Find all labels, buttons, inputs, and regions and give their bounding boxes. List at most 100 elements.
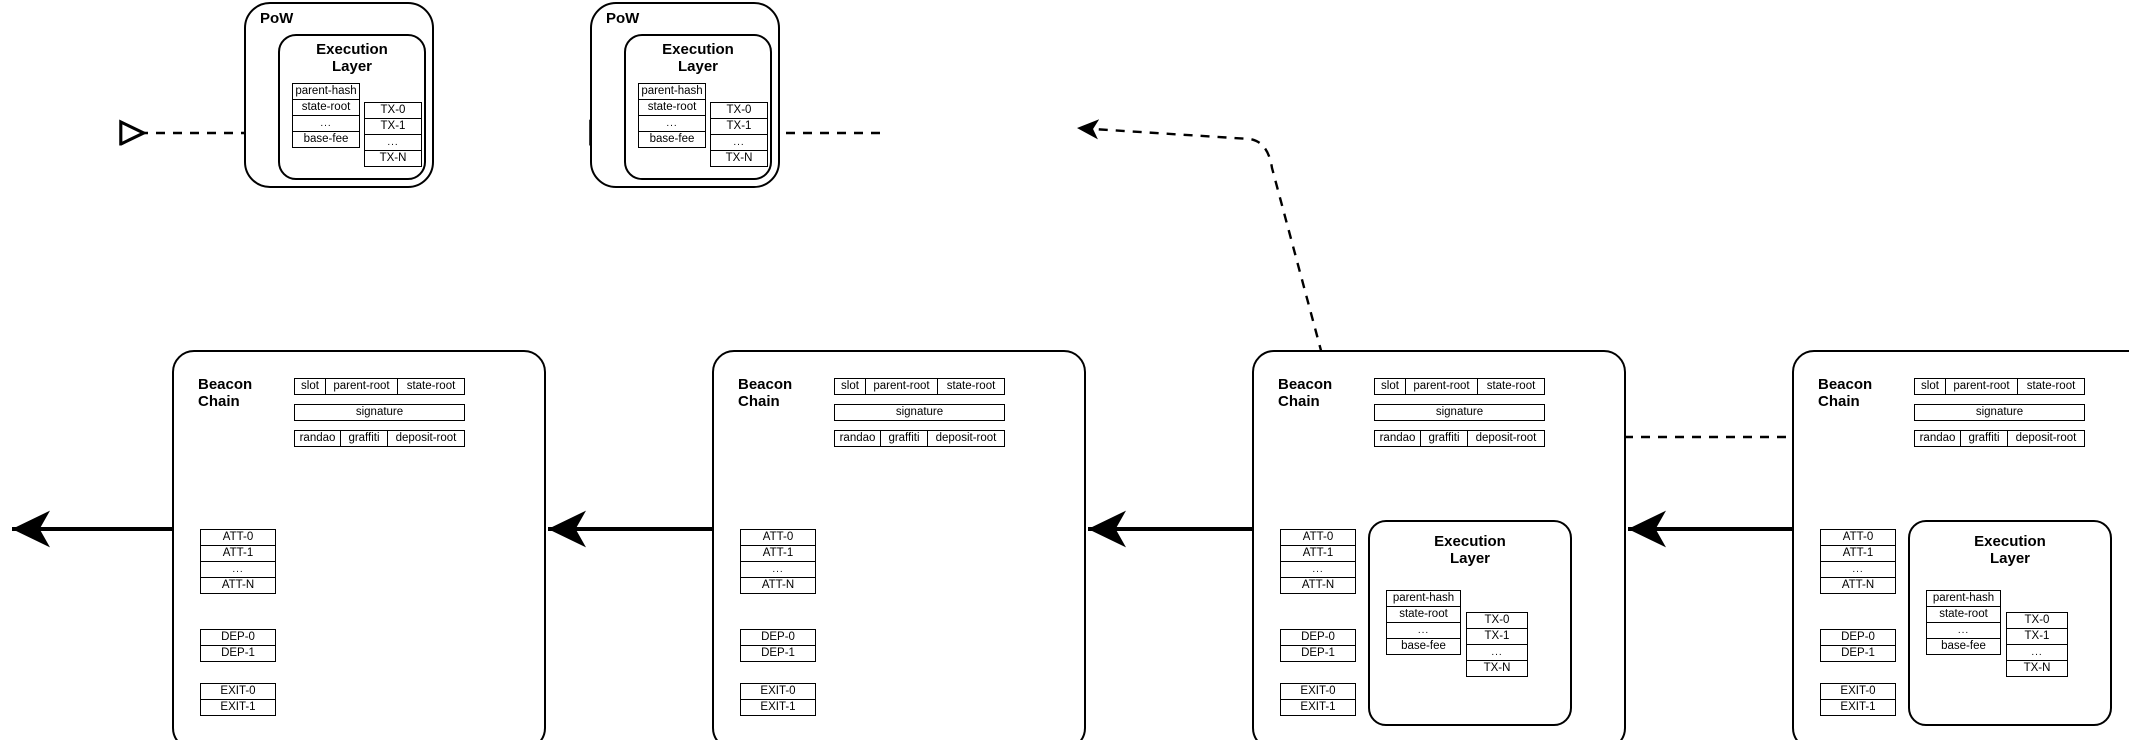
dep-1: DEP-1 [200, 645, 276, 662]
att-0: ATT-0 [200, 529, 276, 546]
beacon-block-3[interactable]: Beacon Chain slot parent-root state-root… [1252, 350, 1626, 740]
tx-n: TX-N [364, 150, 422, 167]
field-state-root: state-root [1926, 606, 2001, 623]
field-deposit-root: deposit-root [1467, 430, 1545, 447]
field-ellipsis: ... [638, 115, 706, 132]
pow-block-2-execution-layer[interactable]: Execution Layer parent-hash state-root .… [624, 34, 772, 180]
beacon-block-4-execution-layer[interactable]: Execution Layer parent-hash state-root .… [1908, 520, 2112, 726]
field-randao: randao [294, 430, 341, 447]
tx-1: TX-1 [710, 118, 768, 135]
pow-block-2-transactions: TX-0 TX-1 ... TX-N [710, 102, 768, 167]
dep-1: DEP-1 [1280, 645, 1356, 662]
pow-block-1-transactions: TX-0 TX-1 ... TX-N [364, 102, 422, 167]
att-1: ATT-1 [1280, 545, 1356, 562]
beacon-block-1[interactable]: Beacon Chain slot parent-root state-root… [172, 350, 546, 740]
beacon-block-4-header-row-2: signature [1914, 404, 2085, 421]
dep-1: DEP-1 [1820, 645, 1896, 662]
field-state-root: state-root [638, 99, 706, 116]
beacon-block-4-execution-header: parent-hash state-root ... base-fee [1926, 590, 2001, 655]
beacon-block-1-attestations: ATT-0 ATT-1 ... ATT-N [200, 529, 276, 594]
tx-0: TX-0 [1466, 612, 1528, 629]
tx-0: TX-0 [2006, 612, 2068, 629]
tx-n: TX-N [2006, 660, 2068, 677]
pow-block-1-execution-layer-title: Execution Layer [316, 41, 388, 75]
att-ellipsis: ... [200, 561, 276, 578]
beacon-block-3-header-row-1: slot parent-root state-root [1374, 378, 1545, 395]
field-signature: signature [834, 404, 1005, 421]
field-state-root: state-root [397, 378, 465, 395]
exit-0: EXIT-0 [1280, 683, 1356, 700]
field-graffiti: graffiti [1960, 430, 2008, 447]
tx-1: TX-1 [1466, 628, 1528, 645]
field-state-root: state-root [1477, 378, 1545, 395]
att-ellipsis: ... [740, 561, 816, 578]
beacon-block-3-execution-layer-title: Execution Layer [1434, 533, 1506, 567]
exit-0: EXIT-0 [1820, 683, 1896, 700]
beacon-block-4[interactable]: Beacon Chain slot parent-root state-root… [1792, 350, 2129, 740]
pow-block-2[interactable]: PoW Execution Layer parent-hash state-ro… [590, 2, 780, 188]
field-deposit-root: deposit-root [2007, 430, 2085, 447]
field-parent-root: parent-root [325, 378, 398, 395]
field-state-root: state-root [2017, 378, 2085, 395]
pow-block-1-execution-header: parent-hash state-root ... base-fee [292, 83, 360, 148]
tx-ellipsis: ... [710, 134, 768, 151]
att-ellipsis: ... [1820, 561, 1896, 578]
att-1: ATT-1 [740, 545, 816, 562]
beacon-block-4-header-row-1: slot parent-root state-root [1914, 378, 2085, 395]
field-slot: slot [834, 378, 866, 395]
tx-ellipsis: ... [2006, 644, 2068, 661]
exit-0: EXIT-0 [200, 683, 276, 700]
att-ellipsis: ... [1280, 561, 1356, 578]
beacon-block-3-transactions: TX-0 TX-1 ... TX-N [1466, 612, 1528, 677]
beacon-block-2-attestations: ATT-0 ATT-1 ... ATT-N [740, 529, 816, 594]
field-parent-hash: parent-hash [292, 83, 360, 100]
pow-block-2-execution-header: parent-hash state-root ... base-fee [638, 83, 706, 148]
dep-0: DEP-0 [740, 629, 816, 646]
tx-ellipsis: ... [1466, 644, 1528, 661]
beacon-block-4-exits: EXIT-0 EXIT-1 [1820, 683, 1896, 716]
tx-0: TX-0 [364, 102, 422, 119]
beacon-block-2-exits: EXIT-0 EXIT-1 [740, 683, 816, 716]
tx-1: TX-1 [364, 118, 422, 135]
pow-block-1-execution-layer[interactable]: Execution Layer parent-hash state-root .… [278, 34, 426, 180]
tx-n: TX-N [1466, 660, 1528, 677]
field-base-fee: base-fee [292, 131, 360, 148]
field-signature: signature [294, 404, 465, 421]
field-slot: slot [294, 378, 326, 395]
tx-ellipsis: ... [364, 134, 422, 151]
exit-1: EXIT-1 [740, 699, 816, 716]
beacon-block-3-header-row-3: randao graffiti deposit-root [1374, 430, 1545, 447]
exit-1: EXIT-1 [200, 699, 276, 716]
att-1: ATT-1 [200, 545, 276, 562]
tx-n: TX-N [710, 150, 768, 167]
beacon-block-2-header-row-3: randao graffiti deposit-root [834, 430, 1005, 447]
field-randao: randao [1374, 430, 1421, 447]
beacon-block-3-title: Beacon Chain [1278, 376, 1333, 411]
dep-0: DEP-0 [200, 629, 276, 646]
field-deposit-root: deposit-root [927, 430, 1005, 447]
beacon-block-3-execution-layer[interactable]: Execution Layer parent-hash state-root .… [1368, 520, 1572, 726]
field-base-fee: base-fee [1386, 638, 1461, 655]
att-n: ATT-N [1280, 577, 1356, 594]
beacon-block-1-header-row-2: signature [294, 404, 465, 421]
beacon-block-4-header-row-3: randao graffiti deposit-root [1914, 430, 2085, 447]
beacon-block-3-header-row-2: signature [1374, 404, 1545, 421]
beacon-block-2[interactable]: Beacon Chain slot parent-root state-root… [712, 350, 1086, 740]
beacon-block-4-deposits: DEP-0 DEP-1 [1820, 629, 1896, 662]
field-state-root: state-root [1386, 606, 1461, 623]
field-parent-root: parent-root [1405, 378, 1478, 395]
beacon-block-3-attestations: ATT-0 ATT-1 ... ATT-N [1280, 529, 1356, 594]
pow-block-1[interactable]: PoW Execution Layer parent-hash state-ro… [244, 2, 434, 188]
field-state-root: state-root [937, 378, 1005, 395]
field-ellipsis: ... [1926, 622, 2001, 639]
att-0: ATT-0 [1280, 529, 1356, 546]
field-randao: randao [1914, 430, 1961, 447]
field-randao: randao [834, 430, 881, 447]
field-deposit-root: deposit-root [387, 430, 465, 447]
field-base-fee: base-fee [1926, 638, 2001, 655]
field-parent-root: parent-root [1945, 378, 2018, 395]
att-n: ATT-N [1820, 577, 1896, 594]
field-parent-root: parent-root [865, 378, 938, 395]
tx-1: TX-1 [2006, 628, 2068, 645]
field-slot: slot [1374, 378, 1406, 395]
